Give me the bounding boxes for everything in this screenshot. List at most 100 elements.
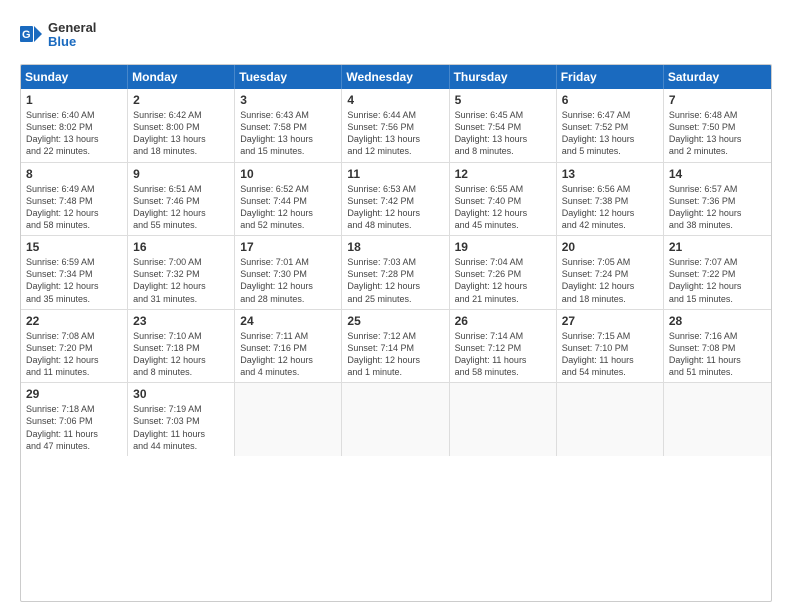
cell-info-line: and 11 minutes. [26, 366, 122, 378]
cell-info-line: and 31 minutes. [133, 293, 229, 305]
calendar-cell: 15Sunrise: 6:59 AMSunset: 7:34 PMDayligh… [21, 236, 128, 309]
calendar-cell: 1Sunrise: 6:40 AMSunset: 8:02 PMDaylight… [21, 89, 128, 162]
day-number: 3 [240, 93, 336, 107]
calendar-header: SundayMondayTuesdayWednesdayThursdayFrid… [21, 65, 771, 89]
svg-text:Blue: Blue [48, 34, 76, 49]
cell-info-line: Daylight: 12 hours [347, 207, 443, 219]
cell-info-line: Sunset: 7:24 PM [562, 268, 658, 280]
cell-info-line: Sunrise: 6:40 AM [26, 109, 122, 121]
cell-info-line: Daylight: 12 hours [669, 207, 766, 219]
cell-info-line: Sunrise: 6:53 AM [347, 183, 443, 195]
calendar-week-row: 1Sunrise: 6:40 AMSunset: 8:02 PMDaylight… [21, 89, 771, 163]
cell-info-line: Daylight: 13 hours [669, 133, 766, 145]
cell-info-line: Sunset: 7:58 PM [240, 121, 336, 133]
cell-info-line: Sunset: 7:40 PM [455, 195, 551, 207]
cell-info-line: Daylight: 11 hours [669, 354, 766, 366]
cell-info-line: and 44 minutes. [133, 440, 229, 452]
cell-info-line: and 18 minutes. [562, 293, 658, 305]
cell-info-line: Sunrise: 6:56 AM [562, 183, 658, 195]
cell-info-line: and 42 minutes. [562, 219, 658, 231]
cell-info-line: Sunset: 7:30 PM [240, 268, 336, 280]
logo: General Blue G [20, 16, 110, 56]
cell-info-line: and 25 minutes. [347, 293, 443, 305]
cell-info-line: Sunrise: 6:52 AM [240, 183, 336, 195]
cell-info-line: Sunrise: 7:10 AM [133, 330, 229, 342]
calendar-cell: 14Sunrise: 6:57 AMSunset: 7:36 PMDayligh… [664, 163, 771, 236]
cell-info-line: Daylight: 11 hours [133, 428, 229, 440]
cell-info-line: Sunset: 7:32 PM [133, 268, 229, 280]
calendar-cell [450, 383, 557, 456]
cell-info-line: Sunset: 7:28 PM [347, 268, 443, 280]
day-number: 30 [133, 387, 229, 401]
cell-info-line: and 8 minutes. [133, 366, 229, 378]
cell-info-line: Sunrise: 7:18 AM [26, 403, 122, 415]
cell-info-line: Sunset: 7:38 PM [562, 195, 658, 207]
header: General Blue G [20, 16, 772, 56]
cell-info-line: Sunset: 7:54 PM [455, 121, 551, 133]
day-number: 1 [26, 93, 122, 107]
cell-info-line: Daylight: 12 hours [240, 280, 336, 292]
day-number: 27 [562, 314, 658, 328]
cell-info-line: Sunset: 7:22 PM [669, 268, 766, 280]
weekday-header: Monday [128, 65, 235, 89]
cell-info-line: Sunset: 7:03 PM [133, 415, 229, 427]
cell-info-line: and 48 minutes. [347, 219, 443, 231]
day-number: 13 [562, 167, 658, 181]
day-number: 16 [133, 240, 229, 254]
calendar-cell: 4Sunrise: 6:44 AMSunset: 7:56 PMDaylight… [342, 89, 449, 162]
cell-info-line: Daylight: 11 hours [26, 428, 122, 440]
weekday-header: Tuesday [235, 65, 342, 89]
day-number: 20 [562, 240, 658, 254]
logo-svg: General Blue G [20, 16, 110, 56]
cell-info-line: Sunset: 7:44 PM [240, 195, 336, 207]
cell-info-line: Sunrise: 7:00 AM [133, 256, 229, 268]
cell-info-line: Sunset: 7:48 PM [26, 195, 122, 207]
cell-info-line: Sunset: 7:26 PM [455, 268, 551, 280]
calendar-week-row: 15Sunrise: 6:59 AMSunset: 7:34 PMDayligh… [21, 236, 771, 310]
cell-info-line: Sunset: 7:18 PM [133, 342, 229, 354]
svg-text:G: G [22, 29, 31, 41]
calendar-cell: 24Sunrise: 7:11 AMSunset: 7:16 PMDayligh… [235, 310, 342, 383]
cell-info-line: Sunrise: 6:51 AM [133, 183, 229, 195]
weekday-header: Sunday [21, 65, 128, 89]
calendar-cell: 2Sunrise: 6:42 AMSunset: 8:00 PMDaylight… [128, 89, 235, 162]
calendar-cell: 29 Sunrise: 7:18 AMSunset: 7:06 PMDayligh… [21, 383, 128, 456]
calendar-cell: 17Sunrise: 7:01 AMSunset: 7:30 PMDayligh… [235, 236, 342, 309]
calendar-cell: 13Sunrise: 6:56 AMSunset: 7:38 PMDayligh… [557, 163, 664, 236]
weekday-header: Wednesday [342, 65, 449, 89]
cell-info-line: Sunset: 7:56 PM [347, 121, 443, 133]
calendar-cell: 7Sunrise: 6:48 AMSunset: 7:50 PMDaylight… [664, 89, 771, 162]
cell-info-line: Daylight: 13 hours [133, 133, 229, 145]
cell-info-line: Sunset: 7:06 PM [26, 415, 122, 427]
cell-info-line: and 52 minutes. [240, 219, 336, 231]
calendar-cell: 8Sunrise: 6:49 AMSunset: 7:48 PMDaylight… [21, 163, 128, 236]
calendar-cell: 6Sunrise: 6:47 AMSunset: 7:52 PMDaylight… [557, 89, 664, 162]
cell-info-line: and 28 minutes. [240, 293, 336, 305]
cell-info-line: and 38 minutes. [669, 219, 766, 231]
cell-info-line: Sunset: 7:34 PM [26, 268, 122, 280]
cell-info-line: Daylight: 12 hours [133, 207, 229, 219]
cell-info-line: and 55 minutes. [133, 219, 229, 231]
cell-info-line: Daylight: 12 hours [133, 280, 229, 292]
day-number: 17 [240, 240, 336, 254]
cell-info-line: Sunrise: 6:43 AM [240, 109, 336, 121]
cell-info-line: Daylight: 12 hours [347, 280, 443, 292]
day-number: 11 [347, 167, 443, 181]
cell-info-line: and 35 minutes. [26, 293, 122, 305]
day-number: 22 [26, 314, 122, 328]
cell-info-line: Daylight: 12 hours [26, 207, 122, 219]
day-number: 8 [26, 167, 122, 181]
cell-info-line: Daylight: 12 hours [240, 207, 336, 219]
cell-info-line: and 1 minute. [347, 366, 443, 378]
calendar-cell: 21Sunrise: 7:07 AMSunset: 7:22 PMDayligh… [664, 236, 771, 309]
cell-info-line: Daylight: 12 hours [669, 280, 766, 292]
calendar-cell: 12Sunrise: 6:55 AMSunset: 7:40 PMDayligh… [450, 163, 557, 236]
day-number: 29 [26, 387, 122, 401]
calendar-cell: 9Sunrise: 6:51 AMSunset: 7:46 PMDaylight… [128, 163, 235, 236]
cell-info-line: and 2 minutes. [669, 145, 766, 157]
cell-info-line: Sunrise: 7:16 AM [669, 330, 766, 342]
weekday-header: Thursday [450, 65, 557, 89]
cell-info-line: Sunset: 7:14 PM [347, 342, 443, 354]
cell-info-line: Sunrise: 7:05 AM [562, 256, 658, 268]
day-number: 26 [455, 314, 551, 328]
